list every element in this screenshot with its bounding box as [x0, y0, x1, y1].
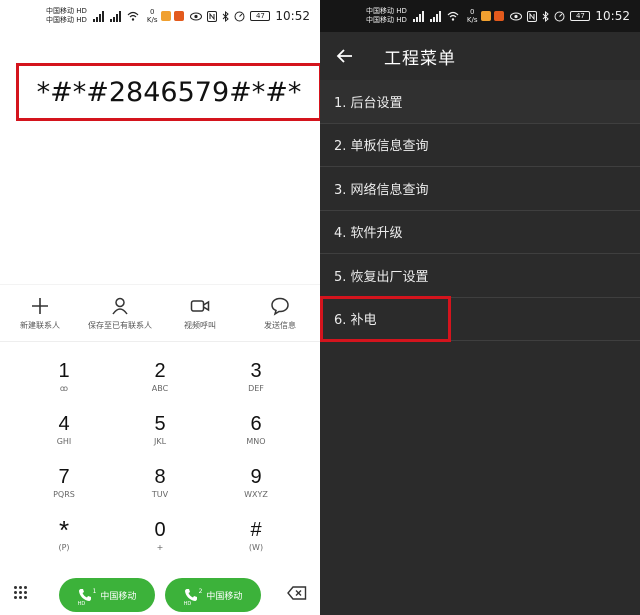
video-call-button[interactable]: 视频呼叫	[160, 285, 240, 341]
key-5[interactable]: 5 JKL	[112, 403, 208, 456]
menu-item-board-info[interactable]: 2. 单板信息查询	[320, 123, 640, 167]
app-notification-icon	[173, 11, 184, 21]
action-label: 保存至已有联系人	[88, 320, 152, 330]
clock: 10:52	[275, 9, 310, 23]
eye-icon	[510, 12, 523, 20]
network-speed: 0 K/s	[466, 8, 478, 24]
bluetooth-icon	[223, 10, 230, 22]
menu-item-background-settings[interactable]: 1. 后台设置	[320, 80, 640, 124]
hd-badge: HD	[396, 16, 407, 24]
menu-item-software-upgrade[interactable]: 4. 软件升级	[320, 210, 640, 254]
call-sim2-button[interactable]: HD 2 中国移动	[165, 578, 261, 612]
key-1[interactable]: 1ꝏ	[16, 350, 112, 403]
carrier-labels: 中国移动 HD 中国移动 HD	[46, 7, 87, 25]
phone-icon: HD	[184, 588, 198, 607]
call-label: 中国移动	[100, 591, 137, 602]
signal-icon	[429, 10, 441, 22]
key-4[interactable]: 4 GHI	[16, 403, 112, 456]
status-bar: 中国移动 HD 中国移动 HD 0 K/s 47 10:52	[0, 0, 320, 32]
nfc-icon	[527, 10, 538, 22]
action-label: 新建联系人	[20, 320, 60, 330]
dial-keypad: 1ꝏ 2 ABC 3 DEF 4 GHI 5 JKL 6 MNO 7 PQRS 8 TUV 9…	[16, 350, 304, 562]
save-to-existing-contact-button[interactable]: 保存至已有联系人	[80, 285, 160, 341]
keypad-toggle-icon[interactable]	[14, 586, 28, 602]
back-arrow-icon[interactable]	[336, 47, 354, 65]
call-row: HD 1 中国移动 HD 2 中国移动	[0, 574, 320, 614]
hd-badge: HD	[183, 601, 192, 607]
dialed-number[interactable]: *#*#2846579#*#*	[37, 77, 302, 108]
call-label: 中国移动	[206, 591, 243, 602]
key-9[interactable]: 9 WXYZ	[208, 456, 304, 509]
key-7[interactable]: 7 PQRS	[16, 456, 112, 509]
action-label: 视频呼叫	[184, 320, 216, 330]
app-notification-icon	[493, 11, 504, 21]
key-8[interactable]: 8 TUV	[112, 456, 208, 509]
action-label: 发送信息	[264, 320, 296, 330]
menu-item-network-info[interactable]: 3. 网络信息查询	[320, 167, 640, 211]
sim-number: 2	[198, 587, 203, 595]
wifi-icon	[447, 11, 459, 21]
new-contact-button[interactable]: 新建联系人	[0, 285, 80, 341]
status-right: 47 10:52	[190, 9, 310, 23]
nfc-icon	[207, 10, 218, 22]
carrier-1: 中国移动	[46, 7, 74, 15]
status-right: 47 10:52	[510, 9, 630, 23]
app-notification-icon	[160, 11, 171, 21]
carrier-labels: 中国移动 HD 中国移动 HD	[366, 7, 407, 25]
gauge-icon	[554, 11, 565, 21]
bluetooth-icon	[543, 10, 550, 22]
carrier-2: 中国移动	[366, 16, 394, 24]
clock: 10:52	[595, 9, 630, 23]
carrier-1: 中国移动	[366, 7, 394, 15]
key-6[interactable]: 6 MNO	[208, 403, 304, 456]
wifi-icon	[127, 11, 139, 21]
app-notification-icon	[480, 11, 491, 21]
key-3[interactable]: 3 DEF	[208, 350, 304, 403]
hd-badge: HD	[396, 7, 407, 15]
key-0[interactable]: 0 +	[112, 509, 208, 562]
quick-actions-bar: 新建联系人 保存至已有联系人 视频呼叫 发送信息	[0, 284, 320, 342]
call-sim1-button[interactable]: HD 1 中国移动	[59, 578, 155, 612]
key-2[interactable]: 2 ABC	[112, 350, 208, 403]
backspace-icon[interactable]	[287, 586, 307, 600]
menu-item-highlight	[320, 296, 451, 342]
phone-icon: HD	[78, 588, 92, 607]
hd-badge: HD	[77, 601, 86, 607]
signal-icon	[412, 10, 424, 22]
eye-icon	[190, 12, 203, 20]
status-bar: 中国移动 HD 中国移动 HD 0 K/s 47 10:52	[320, 0, 640, 32]
signal-icon	[92, 10, 104, 22]
network-speed: 0 K/s	[146, 8, 158, 24]
message-bubble-icon	[271, 297, 289, 316]
app-bar: 工程菜单	[320, 32, 640, 80]
carrier-2: 中国移动	[46, 16, 74, 24]
dialer-screen: 中国移动 HD 中国移动 HD 0 K/s 47 10:52 *#*#284657…	[0, 0, 320, 615]
sim-number: 1	[92, 587, 97, 595]
battery-icon: 47	[250, 11, 271, 21]
plus-icon	[32, 297, 48, 314]
send-message-button[interactable]: 发送信息	[240, 285, 320, 341]
voicemail-icon: ꝏ	[59, 383, 69, 393]
dialed-number-highlight: *#*#2846579#*#*	[16, 63, 320, 121]
key-hash[interactable]: # (W)	[208, 509, 304, 562]
hd-badge: HD	[76, 7, 87, 15]
video-camera-icon	[190, 299, 210, 312]
signal-icon	[109, 10, 121, 22]
menu-item-factory-reset[interactable]: 5. 恢复出厂设置	[320, 254, 640, 298]
hd-badge: HD	[76, 16, 87, 24]
page-title: 工程菜单	[384, 48, 456, 69]
gauge-icon	[234, 11, 245, 21]
person-icon	[112, 297, 128, 314]
battery-icon: 47	[570, 11, 591, 21]
key-star[interactable]: * (P)	[16, 509, 112, 562]
